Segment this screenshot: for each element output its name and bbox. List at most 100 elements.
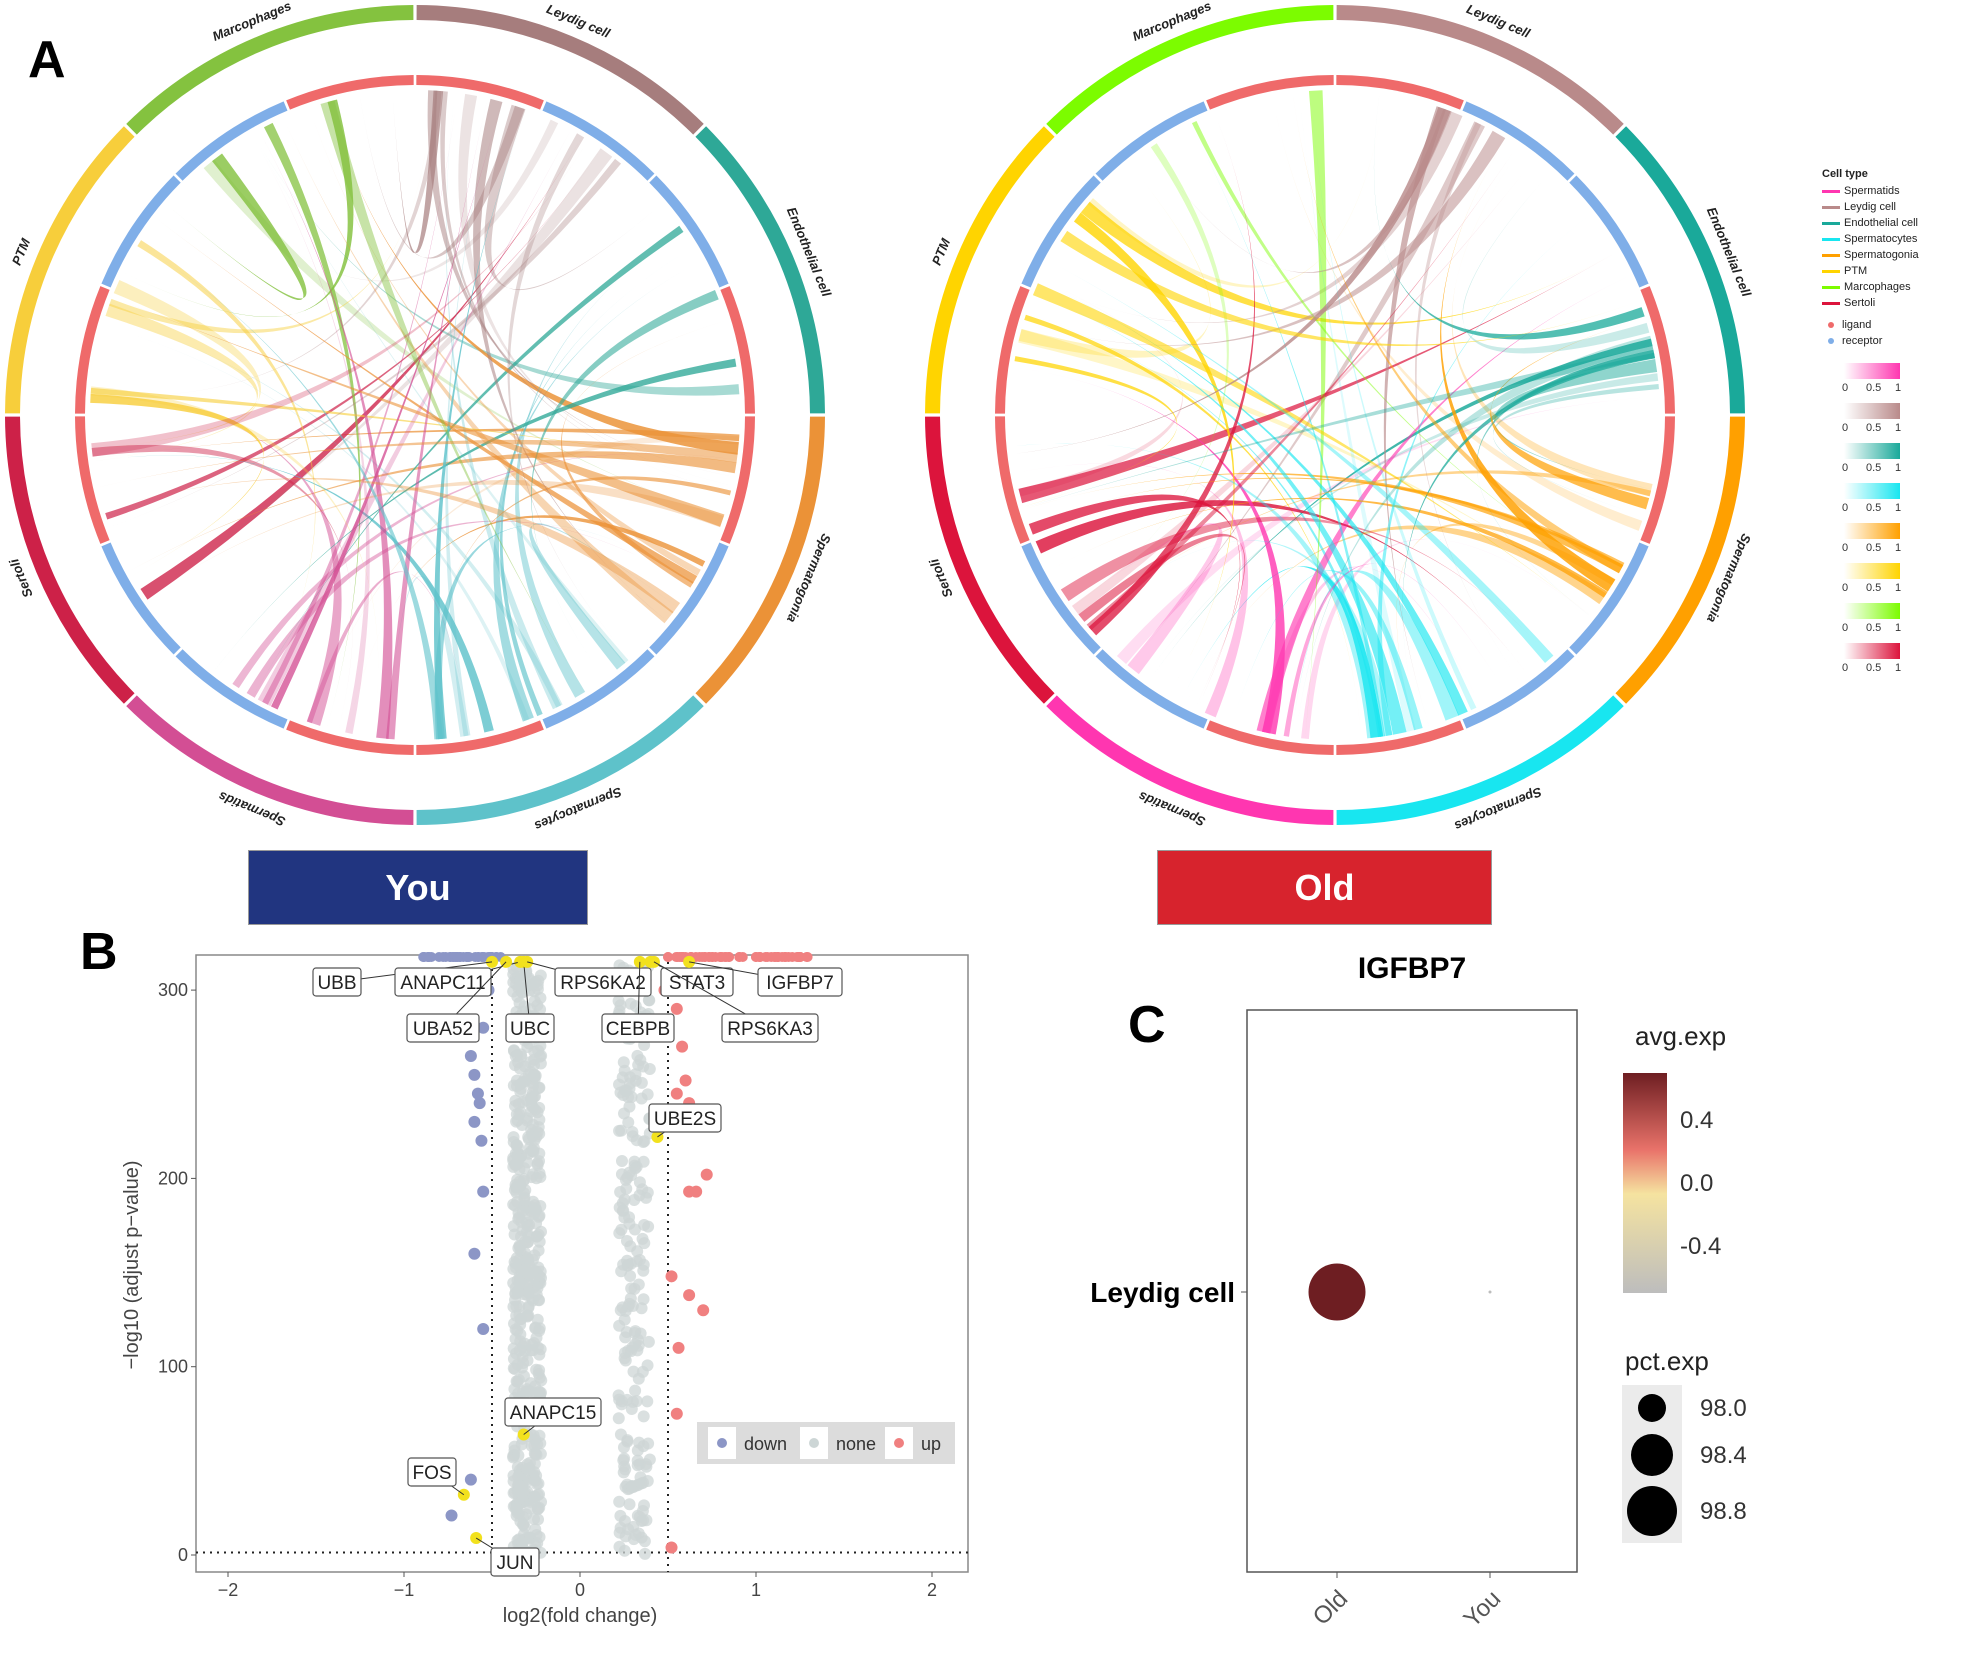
point-none — [527, 1264, 540, 1277]
color-scale: 0 0.5 1 — [1822, 483, 1962, 521]
color-scale-tick: 0 — [1842, 662, 1849, 674]
legend-label: none — [836, 1434, 876, 1454]
x-tick-label: 2 — [927, 1580, 937, 1600]
point-none — [514, 1078, 527, 1091]
legend-key-dot — [809, 1438, 819, 1448]
point-none — [631, 1454, 644, 1467]
color-scale-tick: 0 — [1842, 502, 1849, 514]
point-none — [528, 1495, 541, 1508]
legend-line-swatch — [1822, 189, 1840, 193]
y-axis-label: −log10 (adjust p−value) — [121, 1160, 143, 1369]
point-none — [638, 1547, 651, 1560]
color-scale-tick: 0 — [1842, 382, 1849, 394]
point-none — [521, 1235, 534, 1248]
point-none — [631, 1344, 644, 1357]
point-up — [734, 952, 745, 962]
color-scale-tick: 0 — [1842, 462, 1849, 474]
point-down — [477, 1185, 490, 1198]
ligand-receptor-segment — [75, 416, 110, 544]
color-legend-tick: 0.0 — [1680, 1170, 1713, 1197]
chord-link — [1087, 93, 1385, 288]
point-none — [508, 1440, 521, 1453]
color-scale-tick: 0 — [1842, 422, 1849, 434]
volcano-legend: down none up — [697, 1422, 955, 1464]
point-none — [532, 1244, 545, 1257]
point-down — [464, 1473, 477, 1486]
point-none — [640, 1191, 653, 1204]
point-highlighted — [521, 955, 534, 968]
point-none — [507, 1154, 520, 1167]
point-none — [521, 1252, 534, 1265]
legend-label: Marcophages — [1844, 281, 1911, 293]
color-scale-tick: 0 — [1842, 582, 1849, 594]
x-tick-label: 0 — [575, 1580, 585, 1600]
color-scale-tick: 1 — [1895, 422, 1902, 434]
point-none — [615, 1265, 628, 1278]
legend-label: Spermatogonia — [1844, 249, 1919, 261]
point-none — [529, 1387, 542, 1400]
point-none — [522, 1068, 535, 1081]
point-none — [614, 1186, 627, 1199]
ligand-receptor-segment — [1095, 101, 1208, 181]
y-tick-label: 100 — [158, 1357, 188, 1377]
point-none — [532, 1044, 545, 1057]
ligand-receptor-segment — [1569, 175, 1649, 288]
dot-plot: IGFBP7 Leydig cell Old You avg.exp 0.4 0.0 -0.4… — [1090, 952, 1746, 1633]
gene-label: ANAPC11 — [400, 973, 485, 994]
size-legend-title: pct.exp — [1625, 1346, 1709, 1376]
color-scale: 0 0.5 1 — [1822, 403, 1962, 441]
point-none — [512, 1206, 525, 1219]
point-none — [624, 997, 637, 1010]
ligand-receptor-segment — [995, 286, 1030, 414]
color-scale-tick: 0.5 — [1866, 582, 1882, 594]
point-none — [533, 1294, 546, 1307]
legend-dot-swatch — [1828, 338, 1834, 344]
color-scale-bar — [1844, 483, 1900, 499]
sector-label: PTM — [9, 235, 34, 267]
sector-label: Sertoli — [926, 556, 955, 599]
color-scale-tick: 0.5 — [1866, 382, 1882, 394]
point-none — [635, 1092, 648, 1105]
point-none — [614, 1304, 627, 1317]
point-none — [627, 1365, 640, 1378]
legend-label: up — [921, 1434, 941, 1454]
point-none — [637, 1264, 650, 1277]
sector-label: PTM — [929, 235, 954, 267]
point-none — [625, 1169, 638, 1182]
legend-line-swatch — [1822, 237, 1840, 241]
legend-title: Cell type — [1822, 168, 1868, 180]
color-scale-tick: 0.5 — [1866, 462, 1882, 474]
legend-label: Spermatids — [1844, 185, 1900, 197]
color-scale-tick: 0.5 — [1866, 542, 1882, 554]
legend-item-cell-type: Spermatogonia — [1822, 247, 1962, 263]
color-scale-tick: 0.5 — [1866, 662, 1882, 674]
ligand-receptor-segment — [1336, 75, 1464, 110]
y-tick-label: 200 — [158, 1168, 188, 1188]
color-scale: 0 0.5 1 — [1822, 443, 1962, 481]
point-none — [637, 1155, 650, 1168]
point-highlighted — [517, 1428, 530, 1441]
color-scale-bar — [1844, 363, 1900, 379]
point-down — [464, 1050, 477, 1063]
point-none — [528, 1199, 541, 1212]
point-none — [508, 1228, 521, 1241]
size-legend-dot — [1631, 1434, 1673, 1476]
legend-item-cell-type: Marcophages — [1822, 279, 1962, 295]
legend-key-dot — [894, 1438, 904, 1448]
legend-item-role: ligand — [1822, 317, 1962, 333]
ligand-receptor-segment — [1095, 649, 1208, 729]
legend-item-cell-type: Spermatids — [1822, 183, 1962, 199]
point-none — [614, 1428, 627, 1441]
point-none — [637, 1476, 650, 1489]
point-none — [632, 1058, 645, 1071]
legend-line-swatch — [1822, 269, 1840, 273]
point-none — [521, 1354, 534, 1367]
point-up — [700, 1168, 713, 1181]
legend-line-swatch — [1822, 253, 1840, 257]
color-scale-tick: 1 — [1895, 582, 1902, 594]
legend-label: Sertoli — [1844, 297, 1876, 309]
point-down — [445, 1509, 458, 1522]
legend-label: Spermatocytes — [1844, 233, 1918, 245]
legend-item-role: receptor — [1822, 333, 1962, 349]
ligand-receptor-segment — [286, 75, 414, 110]
